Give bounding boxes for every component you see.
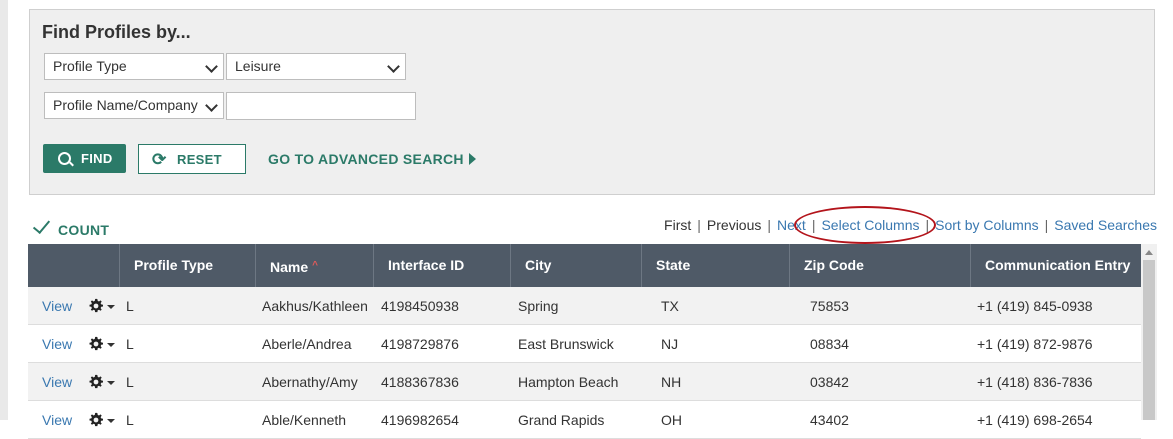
column-header-interface-id[interactable]: Interface ID (373, 244, 510, 287)
panel-title: Find Profiles by... (42, 22, 191, 42)
check-icon (32, 215, 51, 235)
gear-icon[interactable] (88, 336, 104, 352)
column-header-label: State (656, 257, 691, 273)
nav-previous[interactable]: Previous (707, 217, 761, 233)
nav-first[interactable]: First (664, 217, 691, 233)
view-link[interactable]: View (42, 287, 72, 325)
table-cell: 4198450938 (381, 298, 459, 314)
chevron-down-icon[interactable] (107, 381, 115, 385)
column-header-label: Name (270, 259, 309, 275)
gear-icon[interactable] (88, 298, 104, 314)
view-link[interactable]: View (42, 363, 72, 401)
highlight-oval (794, 206, 936, 244)
table-cell: Grand Rapids (518, 412, 605, 428)
table-cell: Hampton Beach (518, 374, 619, 390)
view-link[interactable]: View (42, 325, 72, 363)
profile-type-value-select[interactable]: Leisure (226, 53, 406, 80)
table-cell: L (126, 412, 134, 428)
table-cell: TX (661, 298, 679, 314)
chevron-down-icon (205, 99, 218, 112)
gear-icon[interactable] (88, 412, 104, 428)
view-link[interactable]: View (42, 401, 72, 439)
sort-ascending-icon: ^ (312, 260, 318, 271)
find-profiles-panel: Find Profiles by... Profile Type Leisure… (29, 9, 1155, 195)
table-cell: 4188367836 (381, 374, 459, 390)
table-cell: +1 (419) 698-2654 (977, 412, 1093, 428)
search-field-select-1[interactable]: Profile Type (44, 53, 224, 80)
table-cell: Able/Kenneth (262, 412, 347, 428)
separator: | (767, 217, 772, 233)
gear-icon[interactable] (88, 374, 104, 390)
chevron-down-icon (387, 60, 400, 73)
column-header-label: Interface ID (388, 257, 465, 273)
search-field-select-2-value: Profile Name/Company (53, 97, 198, 113)
table-cell: L (126, 336, 134, 352)
table-cell: L (126, 298, 134, 314)
table-cell: Aberle/Andrea (262, 336, 352, 352)
vertical-scrollbar[interactable] (1141, 244, 1157, 420)
caret-right-icon (468, 153, 476, 165)
profile-type-value: Leisure (235, 58, 281, 74)
column-header-profile-type[interactable]: Profile Type (119, 244, 255, 287)
column-header-city[interactable]: City (510, 244, 641, 287)
table-row: View L Aberle/Andrea 4198729876 East Brunswi… (28, 325, 1141, 363)
results-table: Profile Type Name ^ Interface ID City Sta… (28, 244, 1141, 439)
reset-button-label: RESET (177, 152, 222, 167)
table-row: View L Aakhus/Kathleen 4198450938 Spring TX 75… (28, 287, 1141, 325)
separator: | (1044, 217, 1049, 233)
sort-by-columns-link[interactable]: Sort by Columns (935, 217, 1038, 233)
profile-name-input[interactable] (226, 92, 416, 120)
column-header-name[interactable]: Name ^ (255, 244, 373, 287)
column-header-label: Profile Type (134, 257, 214, 273)
find-button[interactable]: FIND (43, 144, 126, 173)
table-cell: Abernathy/Amy (262, 374, 358, 390)
table-cell: 43402 (810, 412, 849, 428)
search-field-select-2[interactable]: Profile Name/Company (44, 92, 224, 119)
search-field-select-1-value: Profile Type (53, 58, 127, 74)
saved-searches-link[interactable]: Saved Searches (1054, 217, 1157, 233)
advanced-search-label: GO TO ADVANCED SEARCH (268, 151, 464, 167)
scroll-up-icon[interactable] (1145, 250, 1153, 255)
separator: | (697, 217, 701, 233)
left-rail (0, 0, 8, 420)
column-header-communication-entry[interactable]: Communication Entry (970, 244, 1141, 287)
search-icon (58, 152, 71, 165)
advanced-search-link[interactable]: GO TO ADVANCED SEARCH (268, 151, 476, 167)
chevron-down-icon[interactable] (107, 343, 115, 347)
table-cell: 08834 (810, 336, 849, 352)
actions-header (28, 244, 119, 287)
table-cell: +1 (419) 845-0938 (977, 298, 1093, 314)
table-row: View L Abernathy/Amy 4188367836 Hampton Beac… (28, 363, 1141, 401)
table-cell: 75853 (810, 298, 849, 314)
count-toggle[interactable]: COUNT (32, 215, 110, 238)
table-cell: NJ (661, 336, 679, 352)
chevron-down-icon (205, 60, 218, 73)
count-label: COUNT (58, 222, 110, 238)
table-row: View L Able/Kenneth 4196982654 Grand Rapids O… (28, 401, 1141, 439)
table-cell: +1 (419) 872-9876 (977, 336, 1093, 352)
reset-button[interactable]: ⟳ RESET (138, 144, 246, 174)
scrollbar-thumb[interactable] (1143, 260, 1155, 420)
table-cell: Spring (518, 298, 559, 314)
table-cell: 4198729876 (381, 336, 459, 352)
chevron-down-icon[interactable] (107, 305, 115, 309)
column-header-label: Zip Code (804, 257, 864, 273)
column-header-label: Communication Entry (985, 257, 1131, 273)
column-header-label: City (525, 257, 552, 273)
refresh-icon: ⟳ (152, 150, 167, 169)
table-cell: 4196982654 (381, 412, 459, 428)
table-cell: OH (661, 412, 682, 428)
find-button-label: FIND (81, 151, 113, 166)
column-header-state[interactable]: State (641, 244, 789, 287)
table-body: View L Aakhus/Kathleen 4198450938 Spring TX 75… (28, 287, 1141, 439)
column-header-zip-code[interactable]: Zip Code (789, 244, 970, 287)
table-cell: East Brunswick (518, 336, 614, 352)
table-cell: 03842 (810, 374, 849, 390)
table-header: Profile Type Name ^ Interface ID City Sta… (28, 244, 1141, 287)
table-cell: Aakhus/Kathleen (262, 298, 368, 314)
table-cell: +1 (418) 836-7836 (977, 374, 1093, 390)
table-cell: NH (661, 374, 682, 390)
table-cell: L (126, 374, 134, 390)
